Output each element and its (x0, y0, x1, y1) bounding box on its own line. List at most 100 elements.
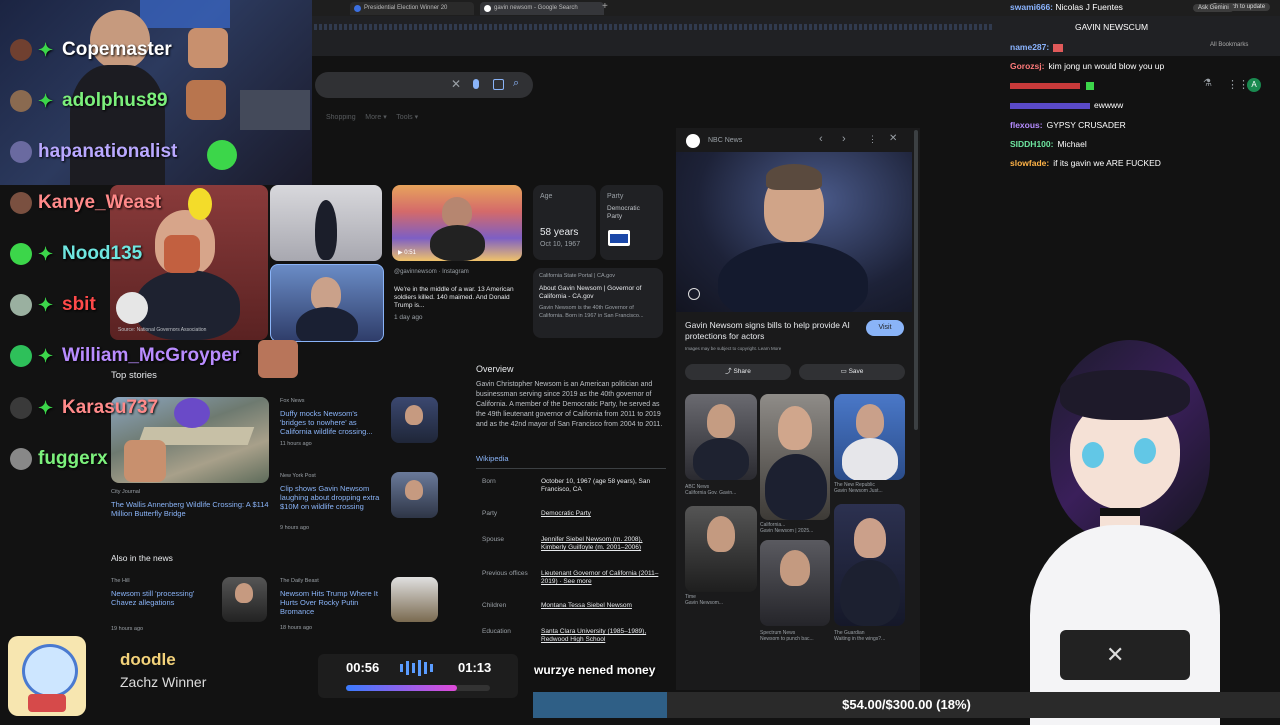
next-icon[interactable]: › (842, 133, 846, 145)
fact-row: Party Democratic Party (482, 510, 667, 536)
related-label[interactable]: ABC News California Gov. Gavin... (685, 484, 757, 496)
tab-google-search[interactable]: gavin newsom - Google Search (480, 2, 604, 15)
divider (476, 468, 666, 469)
chat-username: flexous: (1010, 120, 1043, 130)
time-total: 01:13 (458, 660, 492, 675)
visit-button[interactable]: Visit (866, 320, 904, 336)
search-input[interactable]: ✕ ⌕ (315, 72, 533, 98)
labs-flask-icon[interactable]: ⚗ (1203, 78, 1212, 89)
fact-value[interactable]: Democratic Party (541, 510, 663, 536)
result-video-thumb[interactable]: ▶ 0:51 (392, 185, 522, 261)
new-tab-button[interactable]: + (602, 1, 608, 12)
share-button[interactable]: ⤴ Share (685, 364, 791, 380)
also-story-hill[interactable]: The Hill Newsom still 'processing' Chave… (111, 577, 221, 633)
chat-username: Kanye_Weast (38, 192, 162, 213)
fact-label: Spouse (482, 536, 505, 543)
face (856, 404, 884, 438)
story-ny-post[interactable]: New York Post Clip shows Gavin Newsom la… (280, 472, 385, 532)
also-thumb-beast[interactable] (391, 577, 438, 622)
related-image[interactable] (685, 394, 757, 480)
chat-username: name287: (1010, 42, 1050, 52)
ask-gemini-button[interactable]: Ask Gemini (1193, 4, 1234, 12)
lens-icon[interactable] (493, 79, 504, 90)
instagram-post[interactable]: @gavinnewsom · Instagram We're in the mi… (394, 268, 522, 338)
story-thumb-fox[interactable] (391, 397, 438, 443)
vip-gem-icon: ✦ (38, 346, 54, 366)
also-thumb-hill[interactable] (222, 577, 267, 622)
story-title: Duffy mocks Newsom's 'bridges to nowhere… (280, 409, 373, 436)
wave-bar (430, 664, 433, 672)
prev-icon[interactable]: ‹ (819, 133, 823, 145)
microphone-icon[interactable] (473, 79, 479, 89)
fact-row: Previous offices Lieutenant Governor of … (482, 570, 667, 602)
related-image[interactable] (760, 540, 830, 626)
also-story-daily-beast[interactable]: The Daily Beast Newsom Hits Trump Where … (280, 577, 388, 632)
lens-icon[interactable] (688, 288, 700, 300)
result-image-blue[interactable] (270, 264, 384, 342)
filter-tabs[interactable]: Shopping More ▾ Tools ▾ (326, 113, 418, 121)
search-icon[interactable]: ⌕ (513, 77, 519, 90)
avatar (10, 448, 32, 470)
more-icon[interactable]: ⋮ (868, 134, 877, 145)
story-source: The Daily Beast (280, 578, 319, 584)
save-button[interactable]: ▭ Save (799, 364, 905, 380)
story-city-journal[interactable]: City Journal The Wallis Annenberg Wildli… (111, 488, 271, 518)
all-bookmarks[interactable]: All Bookmarks (1210, 42, 1248, 48)
related-label[interactable]: Spectrum News Newsom to punch bac... (760, 630, 830, 642)
face (780, 550, 810, 586)
ca-gov-result[interactable]: California State Portal | CA.gov About G… (533, 268, 663, 338)
face (311, 277, 341, 311)
fact-value[interactable]: Montana Tessa Siebel Newsom (541, 602, 663, 628)
related-label[interactable]: The Guardian Waiting in the wings?... (834, 630, 905, 642)
avatar (10, 141, 32, 163)
related-image[interactable] (834, 504, 905, 626)
emote-face-icon (188, 28, 228, 68)
emote-ghost-icon (174, 398, 210, 428)
viewer-main-image[interactable] (676, 152, 912, 312)
chat-username: sbit (62, 294, 96, 315)
url-text[interactable] (314, 24, 994, 30)
chat-message: kim jong un would blow you up (1048, 61, 1165, 71)
related-title: California Gov. Gavin... (685, 490, 737, 496)
party-card[interactable]: Party Democratic Party (600, 185, 663, 260)
related-image[interactable] (834, 394, 905, 480)
gumball-winner-box: doodle Zachz Winner (120, 650, 206, 690)
story-source: New York Post (280, 473, 316, 479)
suit (296, 307, 358, 341)
birth-date: Oct 10, 1967 (540, 241, 581, 248)
shirt (842, 438, 898, 480)
fact-label: Born (482, 478, 496, 485)
clear-icon[interactable]: ✕ (451, 77, 461, 91)
ca-source: California State Portal | CA.gov (539, 273, 616, 279)
related-label[interactable]: California... Gavin Newsom | 2025... (760, 522, 830, 534)
account-avatar[interactable]: A (1247, 78, 1261, 92)
fact-value[interactable]: Jennifer Siebel Newsom (m. 2008), Kimber… (541, 536, 663, 570)
tab-election[interactable]: Presidential Election Winner 20 (350, 2, 474, 15)
gumball-globe (22, 644, 78, 698)
viewer-source[interactable]: NBC News (708, 137, 742, 144)
avatar-left-eye (1082, 442, 1104, 468)
result-image-stage[interactable] (270, 185, 382, 261)
related-image[interactable] (760, 394, 830, 520)
audio-wave-icon (400, 660, 433, 676)
donation-goal-text: $54.00/$300.00 (18%) (842, 697, 971, 712)
apps-grid-icon[interactable]: ⋮⋮ (1227, 78, 1249, 91)
vip-gem-icon: ✦ (38, 295, 54, 315)
viewer-caption[interactable]: Gavin Newsom signs bills to help provide… (685, 320, 865, 342)
fact-value[interactable]: Lieutenant Governor of California (2011–… (541, 570, 663, 602)
share-label: Share (733, 368, 751, 375)
related-label[interactable]: Time Gavin Newsom... (685, 594, 757, 606)
close-icon[interactable]: ✕ (889, 133, 897, 144)
face (778, 406, 812, 450)
webcam-logo (140, 0, 230, 28)
story-thumb-nypost[interactable] (391, 472, 438, 518)
chat-username: adolphus89 (62, 90, 168, 111)
fact-value[interactable]: Santa Clara University (1985–1989), Redw… (541, 628, 663, 648)
story-fox-news[interactable]: Fox News Duffy mocks Newsom's 'bridges t… (280, 397, 385, 448)
related-label[interactable]: The New Republic Gavin Newsom Just... (834, 482, 905, 494)
age-card[interactable]: Age 58 years Oct 10, 1967 (533, 185, 596, 260)
viewer-scrollbar[interactable] (914, 130, 918, 430)
chat-header-message: swami666: Nicolas J Fuentes (1010, 2, 1123, 12)
wikipedia-link[interactable]: Wikipedia (476, 454, 509, 463)
related-image[interactable] (685, 506, 757, 592)
